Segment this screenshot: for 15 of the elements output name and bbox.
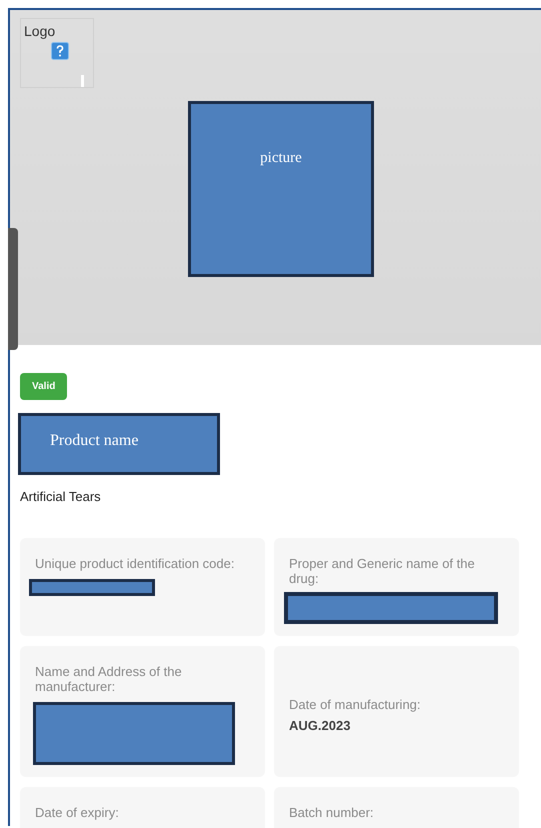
field-label: Unique product identification code: bbox=[35, 556, 235, 571]
field-label: Proper and Generic name of the drug: bbox=[289, 556, 476, 586]
status-badge: Valid bbox=[20, 373, 68, 400]
field-label: Batch number: bbox=[289, 805, 375, 820]
side-handle[interactable] bbox=[8, 228, 18, 350]
field-label: Date of manufacturing: bbox=[289, 696, 422, 712]
placeholder-label: Product name bbox=[50, 432, 138, 449]
field-value: AUG.2023 bbox=[289, 718, 352, 732]
placeholder-label: picture bbox=[260, 150, 302, 166]
field-label: Date of expiry: bbox=[35, 805, 120, 820]
cursor-mark bbox=[81, 75, 84, 87]
product-title: Artificial Tears bbox=[20, 489, 102, 504]
logo-label: Logo bbox=[24, 23, 56, 39]
field-label: Name and Address of the manufacturer: bbox=[35, 664, 183, 694]
question-icon bbox=[51, 42, 69, 60]
